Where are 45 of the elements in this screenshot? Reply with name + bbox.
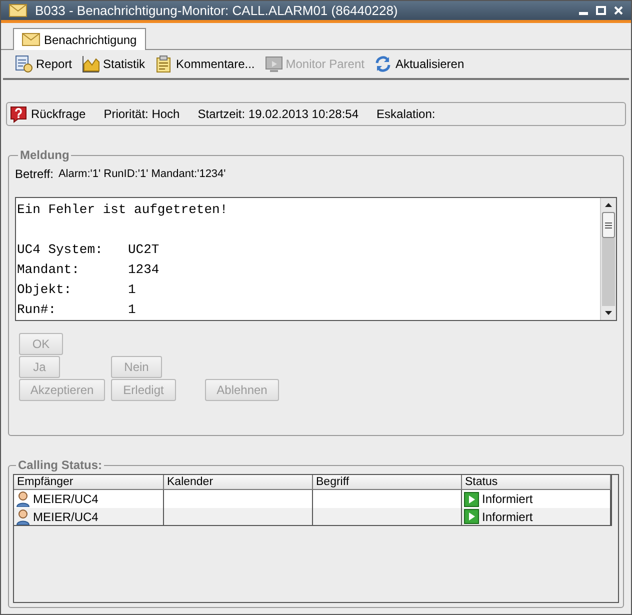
message-line: Ein Fehler ist aufgetreten!: [17, 201, 228, 219]
message-line: UC4 System:: [17, 241, 104, 259]
message-line: Mandant:: [17, 261, 80, 279]
start-time: Startzeit: 19.02.2013 10:28:54: [198, 106, 359, 123]
maximize-icon[interactable]: [596, 6, 606, 15]
scroll-thumb[interactable]: [602, 212, 615, 238]
question-icon: [10, 106, 27, 122]
message-value: 1: [128, 281, 136, 299]
group-title: Meldung: [19, 147, 70, 164]
refresh-icon: [374, 55, 392, 73]
toolbar-button[interactable]: Aktualisieren: [374, 55, 464, 73]
request-type: Rückfrage: [31, 106, 86, 123]
window-title: B033 - Benachrichtigung-Monitor: CALL.ALARM01 (86440228): [35, 2, 399, 20]
column-header[interactable]: Empfänger: [14, 475, 164, 490]
message-value: 1: [128, 301, 136, 319]
scrollbar[interactable]: [600, 198, 616, 320]
toolbar-button[interactable]: Report: [15, 55, 72, 73]
message-line: Objekt:: [17, 281, 73, 299]
priority-text: Priorität: Hoch: [104, 106, 180, 123]
subject-value: Alarm:'1' RunID:'1' Mandant:'1234': [58, 167, 226, 182]
column-header[interactable]: Begriff: [313, 475, 462, 490]
table-cell-text: Informiert: [482, 508, 533, 526]
tab[interactable]: Benachrichtigung: [13, 28, 146, 50]
message-value: 1234: [128, 261, 160, 279]
column-header[interactable]: Status: [462, 475, 611, 490]
message-line: Run#:: [17, 301, 58, 319]
message-value: UC2T: [128, 241, 160, 259]
chart-icon: [82, 55, 100, 73]
table-cell-text: Informiert: [482, 491, 533, 508]
toolbar-button[interactable]: Statistik: [82, 55, 146, 73]
group-title: Calling Status:: [17, 457, 104, 474]
escalation-text: Eskalation:: [376, 106, 436, 123]
person-icon: [16, 508, 30, 524]
column-header[interactable]: Kalender: [164, 475, 313, 490]
toolbar-button[interactable]: Kommentare...: [155, 55, 255, 73]
table-cell-text: MEIER/UC4: [33, 508, 98, 526]
envelope-icon: [22, 33, 40, 46]
clipboard-icon: [155, 55, 174, 73]
person-icon: [16, 491, 30, 507]
report-icon: [15, 55, 33, 73]
subject-label: Betreff:: [15, 166, 54, 183]
envelope-icon: [9, 4, 27, 17]
table-cell-text: MEIER/UC4: [33, 491, 98, 508]
close-icon[interactable]: [614, 6, 623, 15]
monitor-icon: [264, 55, 283, 73]
